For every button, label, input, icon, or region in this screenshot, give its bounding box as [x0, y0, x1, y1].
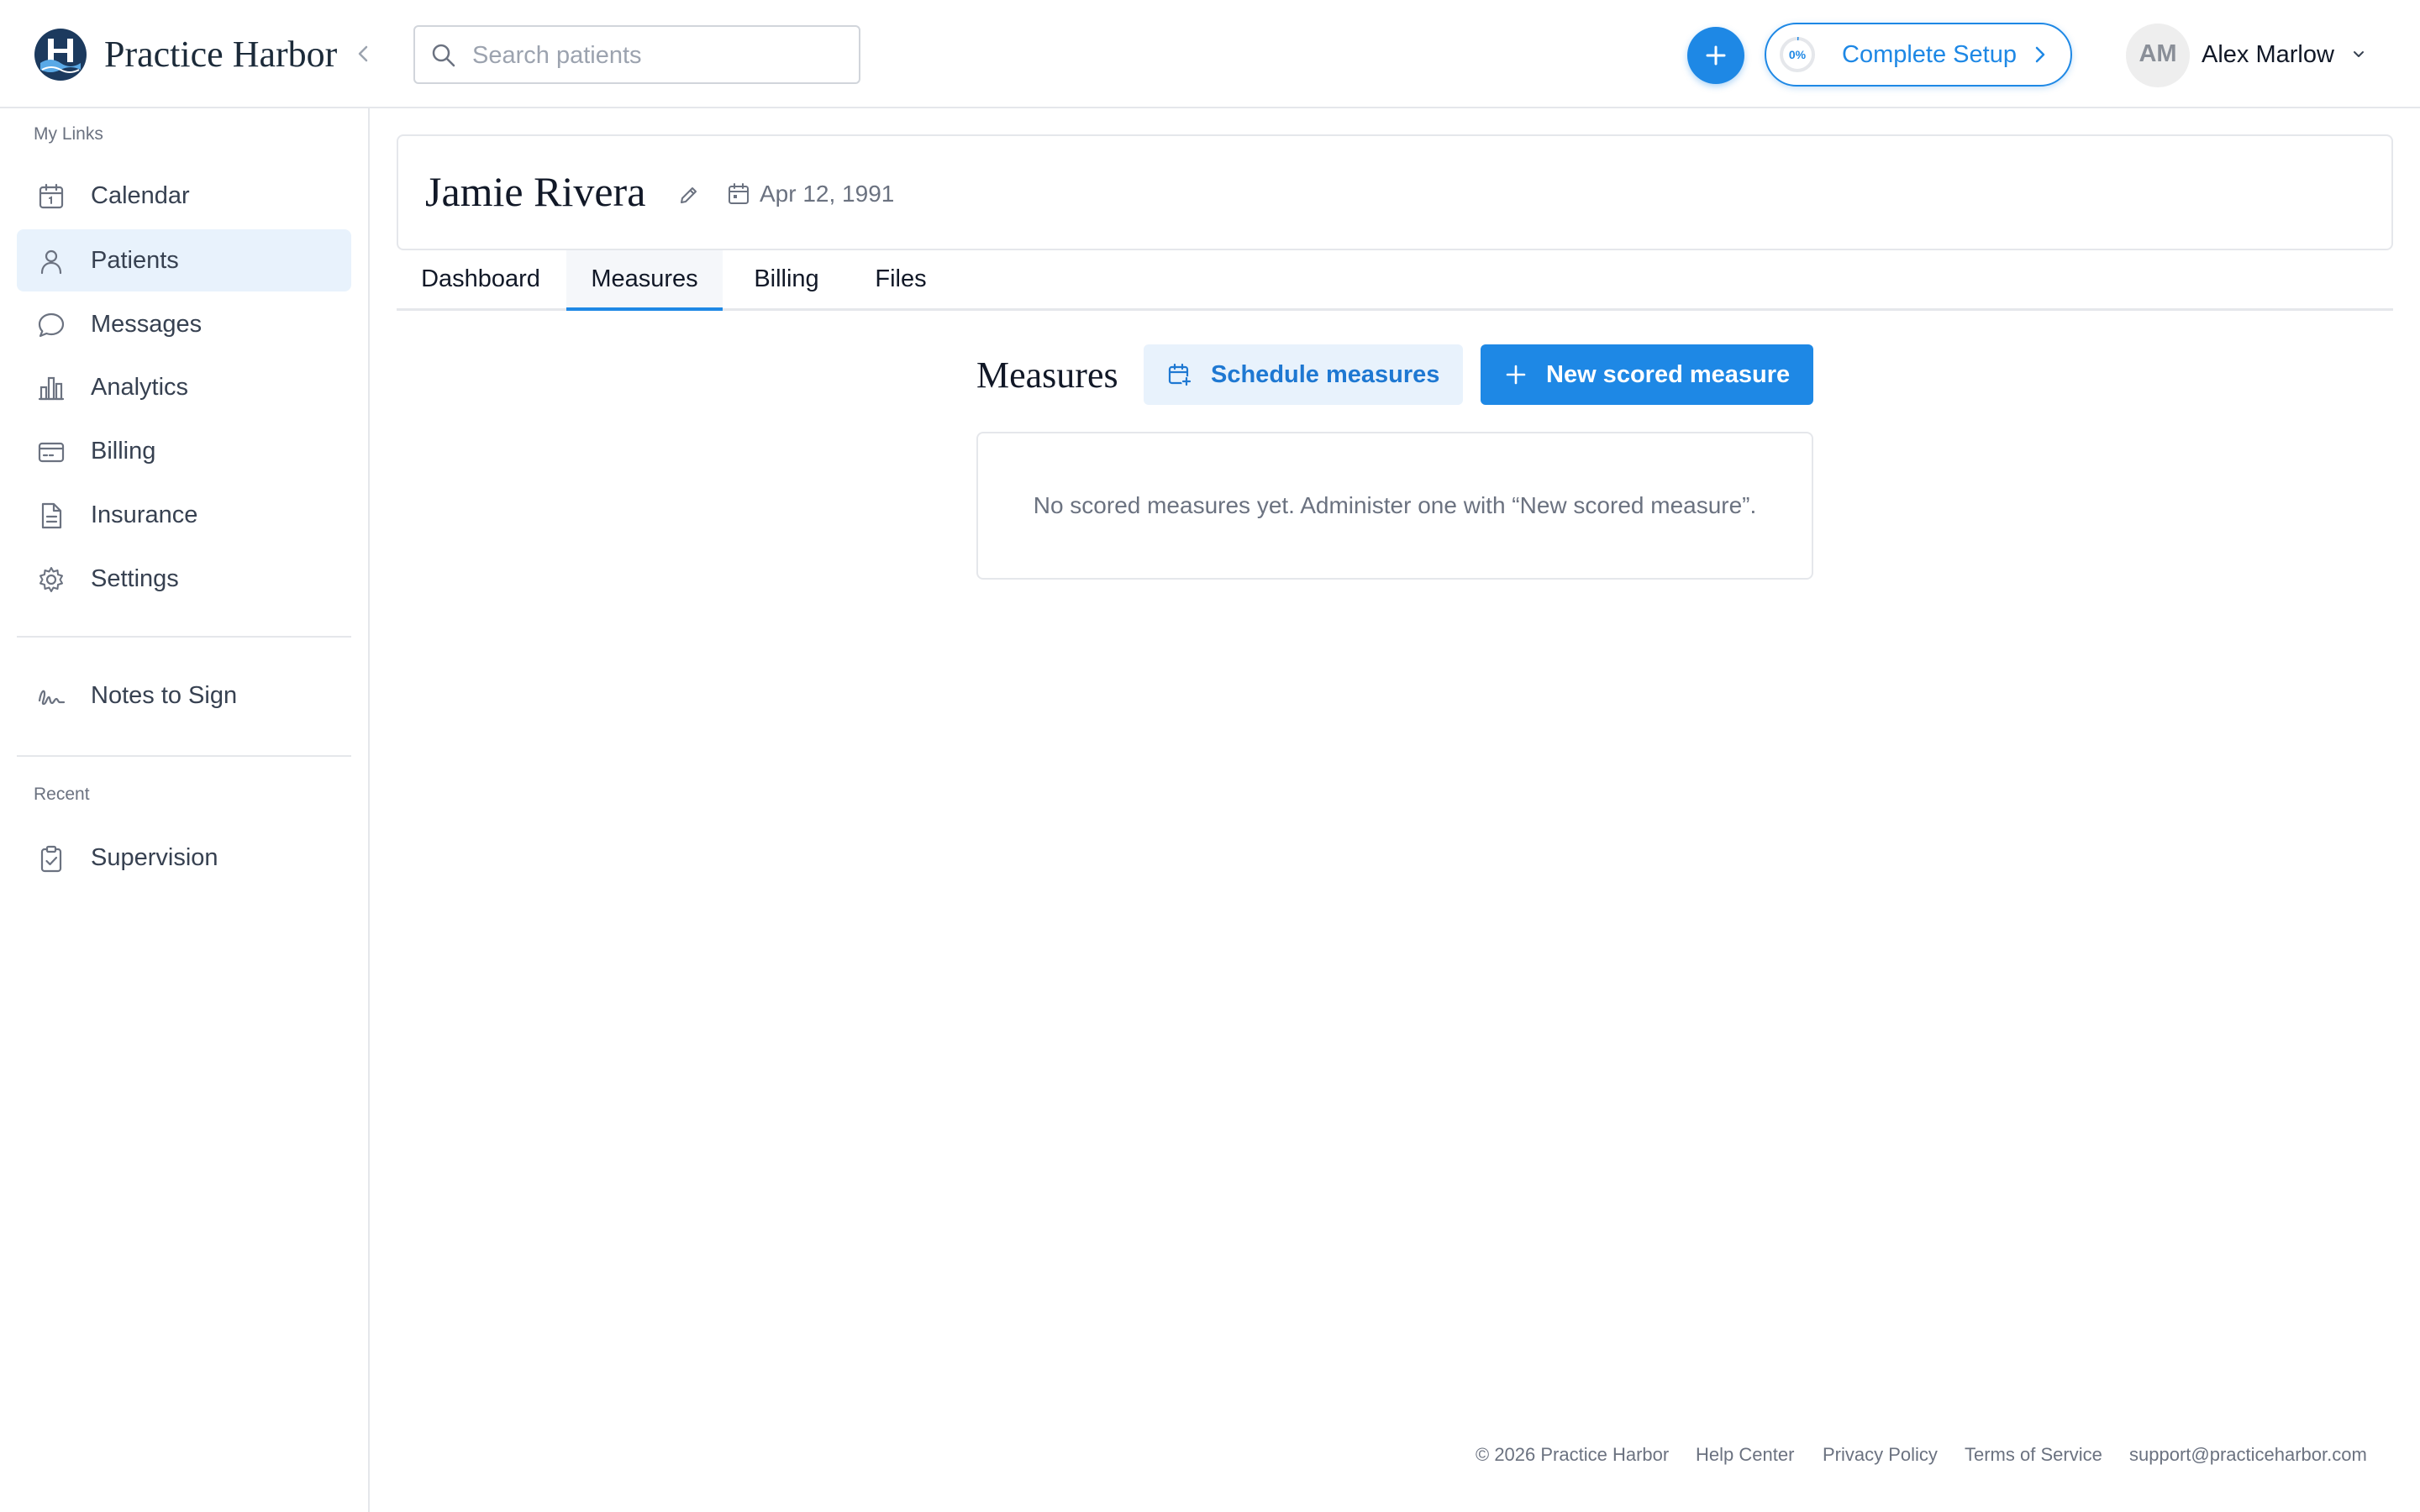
sidebar-item-notes-to-sign[interactable]: Notes to Sign: [17, 664, 351, 727]
calendar-plus-icon: [1167, 362, 1192, 387]
sidebar-item-label: Calendar: [91, 182, 190, 209]
avatar[interactable]: AM: [2126, 24, 2190, 87]
sidebar-item-calendar[interactable]: Calendar: [17, 165, 351, 227]
calendar-icon: [726, 181, 751, 207]
plus-icon: [1706, 45, 1726, 66]
search-input[interactable]: [472, 34, 842, 77]
quick-add-button[interactable]: [1687, 27, 1744, 84]
patient-tabs: Dashboard Measures Billing Files: [397, 250, 2393, 311]
sidebar-item-messages[interactable]: Messages: [17, 293, 351, 355]
sidebar-item-settings[interactable]: Settings: [17, 548, 351, 610]
sidebar-item-label: Notes to Sign: [91, 682, 238, 709]
sidebar-item-label: Supervision: [91, 844, 218, 871]
collapse-sidebar-chevron-left-icon[interactable]: [350, 40, 376, 67]
bar-chart-icon: [37, 374, 66, 402]
footer-link-terms-of-service[interactable]: Terms of Service: [1965, 1440, 2102, 1470]
brand-name: Practice Harbor: [104, 34, 338, 75]
patient-header-card: Jamie Rivera Apr 12, 1991: [397, 134, 2393, 250]
tab-billing[interactable]: Billing: [723, 250, 850, 311]
sidebar-item-insurance[interactable]: Insurance: [17, 484, 351, 546]
sidebar-item-analytics[interactable]: Analytics: [17, 356, 351, 418]
sidebar-item-label: Patients: [91, 247, 179, 274]
tab-dashboard[interactable]: Dashboard: [397, 250, 565, 311]
clipboard-check-icon: [37, 844, 66, 873]
user-name[interactable]: Alex Marlow: [2202, 35, 2334, 74]
setup-progress-ring: 0%: [1778, 35, 1817, 74]
footer-copyright: © 2026 Practice Harbor: [1476, 1444, 1670, 1465]
footer-support-email[interactable]: support@practiceharbor.com: [2129, 1440, 2367, 1470]
recent-item-supervision[interactable]: Supervision: [17, 827, 351, 889]
document-icon: [37, 501, 66, 530]
sidebar: My Links Calendar Patients Messages Anal…: [0, 108, 370, 1512]
chevron-right-icon: [2028, 43, 2052, 66]
complete-setup-label: Complete Setup: [1842, 41, 2017, 68]
footer-link-privacy-policy[interactable]: Privacy Policy: [1823, 1440, 1938, 1470]
recent-heading: Recent: [34, 785, 90, 804]
pencil-edit-icon[interactable]: [677, 183, 701, 207]
schedule-measures-button[interactable]: Schedule measures: [1144, 344, 1463, 405]
tab-measures[interactable]: Measures: [566, 250, 723, 311]
calendar-icon: [37, 182, 66, 211]
sidebar-divider: [17, 755, 351, 757]
practice-harbor-logo-icon[interactable]: [34, 28, 87, 81]
new-scored-measure-label: New scored measure: [1546, 361, 1791, 388]
search-icon: [430, 42, 457, 69]
sidebar-item-label: Billing: [91, 438, 156, 465]
sidebar-item-label: Insurance: [91, 501, 198, 528]
message-bubble-icon: [37, 311, 66, 339]
complete-setup-button[interactable]: 0% Complete Setup: [1765, 23, 2072, 87]
patient-date-of-birth: Apr 12, 1991: [760, 181, 895, 207]
sidebar-item-label: Analytics: [91, 374, 189, 401]
patient-name: Jamie Rivera: [425, 168, 646, 215]
sidebar-item-label: Settings: [91, 565, 179, 592]
patient-search-box[interactable]: [413, 25, 860, 84]
sidebar-divider: [17, 636, 351, 638]
plus-icon: [1504, 363, 1528, 386]
new-scored-measure-button[interactable]: New scored measure: [1481, 344, 1813, 405]
measures-heading: Measures: [976, 354, 1118, 396]
footer: © 2026 Practice Harbor Help Center Priva…: [1476, 1440, 2367, 1470]
setup-progress-text: 0%: [1788, 48, 1807, 61]
empty-state-message: No scored measures yet. Administer one w…: [1033, 492, 1757, 518]
empty-measures-card: No scored measures yet. Administer one w…: [976, 432, 1813, 580]
gear-icon: [37, 565, 66, 594]
sidebar-item-billing[interactable]: Billing: [17, 420, 351, 482]
user-menu-chevron-down-icon[interactable]: [2349, 45, 2368, 64]
my-links-heading: My Links: [34, 124, 103, 144]
footer-link-help-center[interactable]: Help Center: [1696, 1440, 1794, 1470]
tab-files[interactable]: Files: [850, 250, 951, 311]
sidebar-item-patients[interactable]: Patients: [17, 229, 351, 291]
schedule-measures-label: Schedule measures: [1211, 361, 1440, 388]
top-bar: Practice Harbor 0% Complete Setup AM Ale…: [0, 0, 2420, 108]
sidebar-item-label: Messages: [91, 311, 203, 338]
person-icon: [37, 247, 66, 276]
credit-card-icon: [37, 438, 66, 466]
signature-icon: [37, 682, 66, 711]
